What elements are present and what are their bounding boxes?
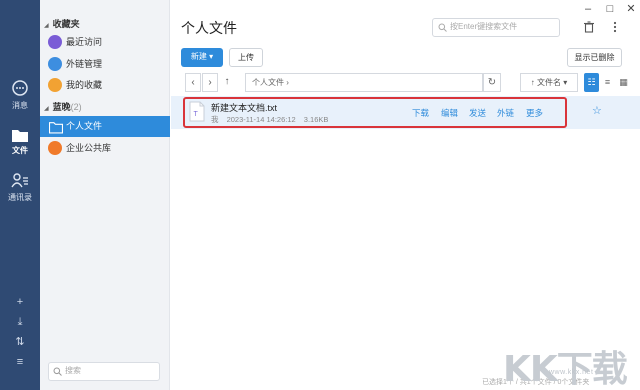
- rail-label: 消息: [12, 101, 28, 110]
- refresh-icon[interactable]: ↻: [483, 73, 501, 92]
- download-icon[interactable]: ⤓: [12, 314, 28, 330]
- sidebar-item-my-favorites[interactable]: 我的收藏: [40, 75, 170, 96]
- breadcrumb[interactable]: 个人文件 ›: [245, 73, 483, 92]
- file-search-input[interactable]: [450, 22, 556, 31]
- file-date: 2023-11-14 14:26:12: [226, 115, 296, 124]
- file-meta: 我 2023-11-14 14:26:12 3.16KB: [211, 114, 334, 125]
- favorites-section-title[interactable]: ◢ 收藏夹: [44, 17, 80, 30]
- sidebar-search[interactable]: [48, 362, 160, 381]
- menu-icon[interactable]: ≡: [12, 354, 28, 370]
- sort-arrow-icon: ↑: [530, 78, 535, 87]
- more-vertical-icon[interactable]: [608, 20, 622, 34]
- group-count: (2): [70, 102, 82, 112]
- share-link-link[interactable]: 外链: [497, 107, 514, 119]
- main-panel: – □ ✕ 个人文件 新建 ▾ 上传 显示已删除 ‹ › ↑ 个人文件 › ↻ …: [171, 0, 640, 390]
- sort-button[interactable]: ↑ 文件名 ▾: [520, 73, 578, 92]
- sidebar-item-personal-files[interactable]: 个人文件: [40, 116, 170, 137]
- sidebar-item-label: 个人文件: [66, 121, 103, 131]
- recent-icon: [48, 35, 62, 49]
- star-icon: [48, 78, 62, 92]
- plus-icon[interactable]: +: [12, 294, 28, 310]
- detail-view-icon[interactable]: ☷: [584, 73, 599, 92]
- maximize-icon[interactable]: □: [603, 2, 617, 16]
- new-button[interactable]: 新建 ▾: [181, 48, 223, 67]
- chevron-down-icon: ▾: [209, 52, 214, 61]
- grid-view-icon[interactable]: ▦: [616, 73, 631, 92]
- sidebar-item-label: 最近访问: [66, 37, 103, 47]
- collapse-triangle-icon: ◢: [44, 23, 49, 29]
- close-icon[interactable]: ✕: [624, 2, 638, 16]
- contacts-icon: [11, 173, 28, 188]
- sidebar-item-enterprise-library[interactable]: 企业公共库: [40, 138, 170, 159]
- chat-bubble-icon: [12, 80, 28, 96]
- watermark-logo: KK下载: [503, 349, 628, 390]
- rail-item-contacts[interactable]: 通讯录: [0, 172, 40, 203]
- breadcrumb-item[interactable]: 个人文件: [252, 78, 284, 87]
- collapse-triangle-icon: ◢: [44, 106, 49, 112]
- list-view-icon[interactable]: ≡: [600, 73, 615, 92]
- file-name[interactable]: 新建文本文档.txt: [211, 101, 277, 114]
- rail-label: 通讯录: [8, 193, 32, 202]
- sidebar-item-label: 外链管理: [66, 59, 103, 69]
- group-section-title[interactable]: ◢ 蓝晚(2): [44, 100, 82, 113]
- watermark-url: www.kkx.net: [549, 369, 594, 376]
- page-title: 个人文件: [181, 20, 237, 36]
- show-deleted-button[interactable]: 显示已删除: [567, 48, 622, 67]
- chevron-down-icon: ▾: [563, 78, 568, 87]
- personal-folder-icon: [49, 122, 63, 134]
- sidebar-item-label: 企业公共库: [66, 143, 112, 153]
- enterprise-library-icon: [48, 141, 62, 155]
- sidebar-item-link-manage[interactable]: 外链管理: [40, 54, 170, 75]
- sidebar-item-label: 我的收藏: [66, 80, 103, 90]
- sidebar: ◢ 收藏夹 最近访问 外链管理 我的收藏 ◢ 蓝晚(2) 个人文件 企业公共库: [40, 0, 170, 390]
- search-icon: [438, 23, 447, 32]
- chevron-right-icon: ›: [286, 78, 289, 87]
- link-icon: [48, 57, 62, 71]
- up-arrow-icon[interactable]: ↑: [219, 73, 235, 92]
- sidebar-search-input[interactable]: [65, 366, 155, 375]
- upload-button[interactable]: 上传: [229, 48, 263, 67]
- folder-icon: [12, 130, 28, 142]
- favorite-star-icon[interactable]: ☆: [592, 104, 602, 117]
- minimize-icon[interactable]: –: [581, 2, 595, 16]
- edit-link[interactable]: 编辑: [441, 107, 458, 119]
- trash-icon[interactable]: [582, 20, 596, 34]
- sidebar-item-recent[interactable]: 最近访问: [40, 32, 170, 53]
- rail-label: 文件: [12, 146, 28, 155]
- file-search[interactable]: [432, 18, 560, 37]
- search-icon: [53, 367, 62, 376]
- nav-rail: 消息 文件 通讯录 + ⤓ ⇅ ≡: [0, 0, 40, 390]
- file-size: 3.16KB: [303, 115, 329, 124]
- transfer-icon[interactable]: ⇅: [12, 334, 28, 350]
- txt-file-icon: T: [189, 101, 205, 122]
- svg-text:T: T: [194, 111, 199, 118]
- file-owner: 我: [211, 115, 219, 124]
- send-link[interactable]: 发送: [469, 107, 486, 119]
- rail-item-messages[interactable]: 消息: [0, 80, 40, 111]
- forward-arrow-icon[interactable]: ›: [202, 73, 218, 92]
- rail-item-files[interactable]: 文件: [0, 127, 40, 156]
- back-arrow-icon[interactable]: ‹: [185, 73, 201, 92]
- more-link[interactable]: 更多: [526, 107, 543, 119]
- download-link[interactable]: 下载: [412, 107, 429, 119]
